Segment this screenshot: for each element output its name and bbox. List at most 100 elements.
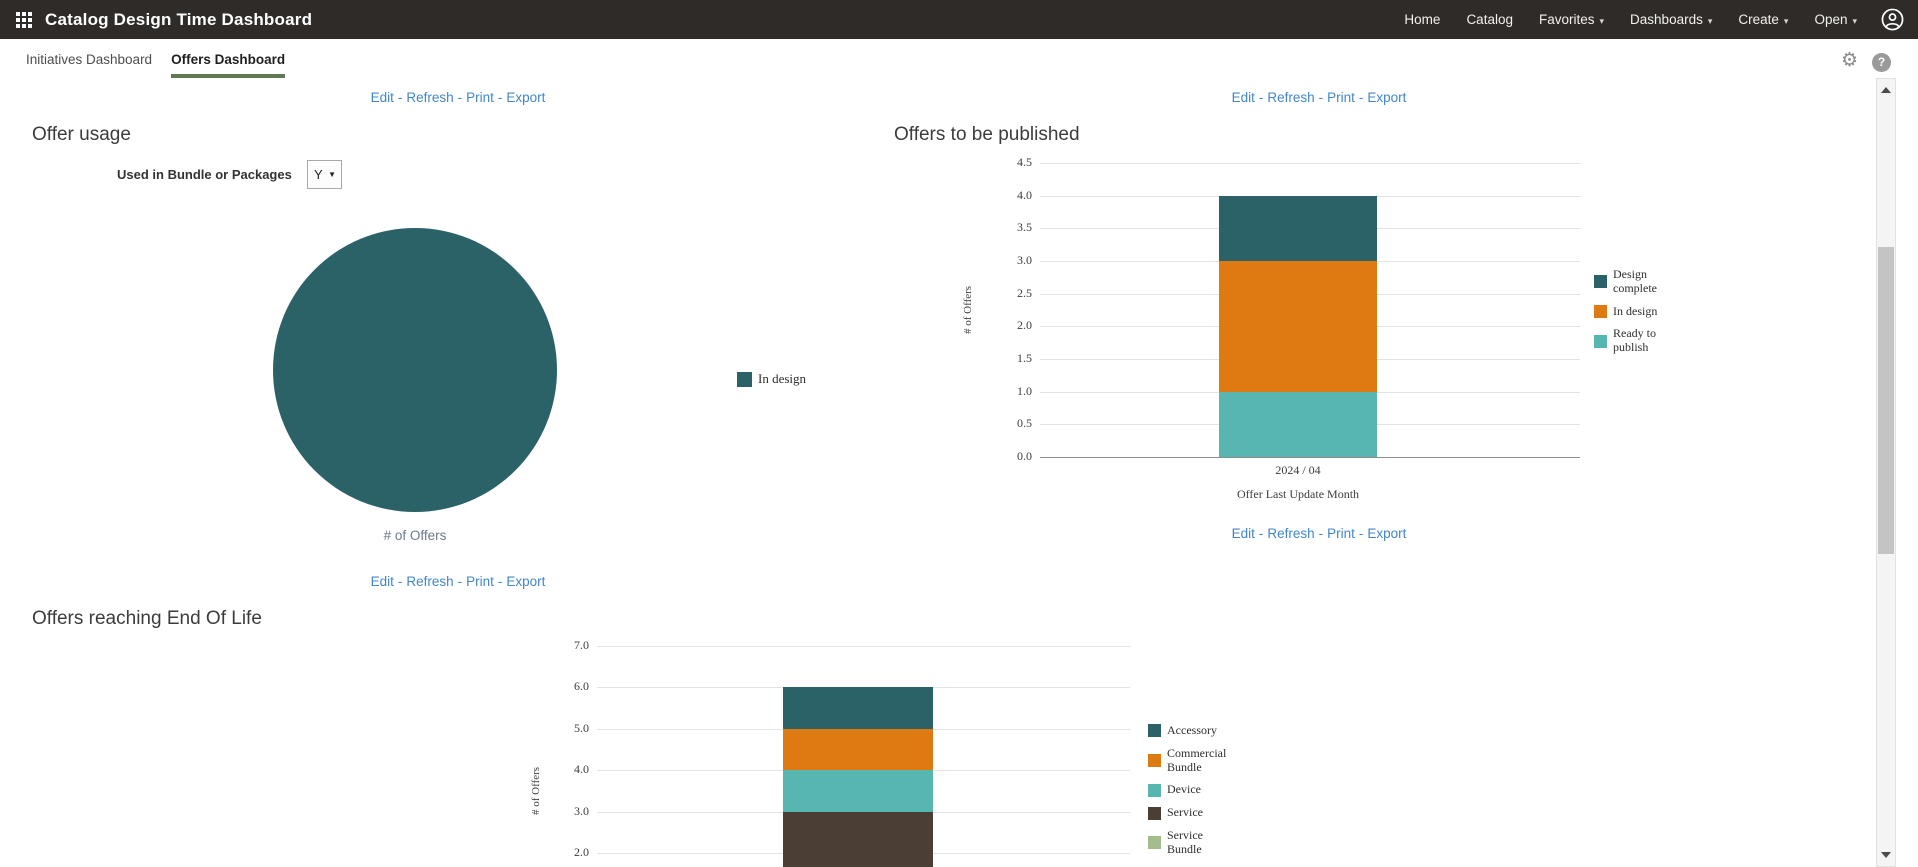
bundle-filter-label: Used in Bundle or Packages — [117, 167, 292, 182]
chevron-down-icon: ▾ — [1852, 16, 1857, 26]
dashboard-tabs: Initiatives Dashboard Offers Dashboard — [26, 39, 286, 80]
bundle-filter-value: Y — [314, 167, 323, 182]
legend-swatch-commercial-bundle — [1148, 754, 1161, 768]
x-axis-title: Offer Last Update Month — [1236, 487, 1360, 501]
settings-gear-icon[interactable]: ⚙ — [1841, 49, 1858, 71]
link-separator: - — [1318, 90, 1324, 105]
edit-link[interactable]: Edit — [371, 574, 394, 589]
action-links-offer-usage-top: Edit - Refresh - Print - Export — [368, 90, 548, 105]
legend-label-device: Device — [1167, 782, 1201, 797]
link-separator: - — [1358, 90, 1364, 105]
gridline-0.0 — [1040, 456, 1580, 458]
y-tick-label-2.0: 2.0 — [1017, 318, 1032, 333]
legend-label-in-design: In design — [758, 371, 807, 386]
action-links-published-bottom: Edit - Refresh - Print - Export — [1229, 526, 1409, 541]
refresh-link[interactable]: Refresh — [406, 90, 453, 105]
legend-swatch-device — [1148, 783, 1161, 797]
print-link[interactable]: Print — [1327, 90, 1355, 105]
y-tick-label-3.0: 3.0 — [574, 803, 589, 818]
export-link[interactable]: Export — [506, 90, 545, 105]
legend-item-service: Service — [1148, 805, 1231, 820]
bar-segment-device[interactable] — [783, 770, 933, 812]
nav-item-create[interactable]: Create ▾ — [1738, 12, 1788, 27]
y-tick-label-1.5: 1.5 — [1017, 350, 1032, 365]
scroll-up-arrow-icon[interactable] — [1881, 87, 1891, 93]
print-link[interactable]: Print — [1327, 526, 1355, 541]
chart-legend: Design complete In design Ready to publish — [1594, 267, 1677, 355]
bar-segment-commercial-bundle[interactable] — [783, 728, 933, 771]
legend-label-design-complete: Design complete — [1613, 267, 1657, 295]
edit-link[interactable]: Edit — [1232, 90, 1255, 105]
legend-swatch-design-complete — [1594, 275, 1607, 289]
nav-item-favorites[interactable]: Favorites ▾ — [1539, 12, 1604, 27]
nav-item-home[interactable]: Home — [1404, 12, 1440, 27]
vertical-scrollbar[interactable] — [1876, 78, 1896, 867]
y-tick-label-7.0: 7.0 — [574, 638, 589, 652]
bar-segment-in-design[interactable] — [1219, 260, 1377, 392]
link-separator: - — [397, 574, 403, 589]
refresh-link[interactable]: Refresh — [1267, 90, 1314, 105]
link-separator: - — [497, 90, 503, 105]
legend-label-service-bundle: Service Bundle — [1167, 827, 1203, 856]
section-title-offer-usage: Offer usage — [32, 124, 131, 145]
legend-swatch-service-bundle — [1148, 836, 1161, 850]
edit-link[interactable]: Edit — [371, 90, 394, 105]
y-axis-title: # of Offers — [962, 285, 974, 335]
link-separator: - — [457, 574, 463, 589]
y-tick-label-3.5: 3.5 — [1017, 220, 1032, 235]
app-header: Catalog Design Time Dashboard Home Catalo… — [0, 0, 1918, 39]
scrollbar-thumb[interactable] — [1878, 247, 1894, 554]
refresh-link[interactable]: Refresh — [406, 574, 453, 589]
export-link[interactable]: Export — [1367, 90, 1406, 105]
link-separator: - — [1258, 526, 1264, 541]
app-window: Catalog Design Time Dashboard Home Catalo… — [0, 0, 1918, 867]
scroll-down-arrow-icon[interactable] — [1881, 852, 1891, 858]
chevron-down-icon: ▾ — [1599, 16, 1605, 26]
export-link[interactable]: Export — [506, 574, 545, 589]
y-tick-label-0.5: 0.5 — [1017, 416, 1032, 431]
section-title-offers-to-be-published: Offers to be published — [894, 124, 1080, 145]
offer-usage-pie-slice-in-design[interactable] — [273, 228, 557, 512]
action-links-offer-usage-bottom: Edit - Refresh - Print - Export — [368, 574, 548, 589]
nav-item-catalog[interactable]: Catalog — [1466, 12, 1513, 27]
link-separator: - — [1318, 526, 1324, 541]
bar-segment-ready-to-publish[interactable] — [1219, 391, 1377, 457]
top-nav: Home Catalog Favorites ▾ Dashboards ▾ Create ▾ O… — [1404, 12, 1857, 27]
legend-label-service: Service — [1167, 805, 1203, 820]
bundle-filter-dropdown[interactable]: Y ▼ — [307, 160, 342, 189]
app-grid-icon[interactable] — [16, 11, 32, 28]
legend-item-design-complete: Design complete — [1594, 267, 1677, 296]
print-link[interactable]: Print — [466, 574, 494, 589]
print-link[interactable]: Print — [466, 90, 494, 105]
bar-segment-service[interactable] — [783, 811, 933, 867]
y-tick-label-1.0: 1.0 — [1017, 383, 1032, 398]
pie-footer-label: # of Offers — [383, 528, 447, 543]
y-tick-label-0.0: 0.0 — [1017, 448, 1032, 463]
edit-link[interactable]: Edit — [1232, 526, 1255, 541]
legend-swatch-accessory — [1148, 724, 1161, 738]
tab-offers-dashboard[interactable]: Offers Dashboard — [171, 42, 286, 78]
bar-segment-design-complete[interactable] — [1219, 195, 1377, 261]
legend-swatch-ready-to-publish — [1594, 334, 1607, 348]
legend-item-device: Device — [1148, 783, 1231, 797]
legend-item-in-design: In design — [1594, 303, 1677, 319]
bar-segment-accessory[interactable] — [783, 687, 933, 729]
chevron-down-icon: ▾ — [1783, 16, 1789, 26]
nav-item-open[interactable]: Open ▾ — [1814, 12, 1857, 27]
y-tick-label-5.0: 5.0 — [574, 720, 589, 735]
app-title: Catalog Design Time Dashboard — [45, 9, 313, 29]
legend-swatch-in-design — [737, 371, 752, 387]
help-icon[interactable]: ? — [1872, 53, 1891, 72]
legend-label-in-design: In design — [1613, 303, 1658, 318]
chevron-down-icon: ▾ — [1707, 16, 1713, 26]
tab-initiatives-dashboard[interactable]: Initiatives Dashboard — [26, 42, 152, 78]
nav-item-dashboards[interactable]: Dashboards ▾ — [1630, 12, 1712, 27]
action-links-published-top: Edit - Refresh - Print - Export — [1229, 90, 1409, 105]
y-tick-label-3.0: 3.0 — [1017, 252, 1032, 267]
y-axis-title: # of Offers — [530, 766, 542, 815]
refresh-link[interactable]: Refresh — [1267, 526, 1314, 541]
export-link[interactable]: Export — [1367, 526, 1406, 541]
link-separator: - — [1258, 90, 1264, 105]
user-avatar-icon[interactable] — [1881, 8, 1904, 31]
legend-item-commercial-bundle: Commercial Bundle — [1148, 746, 1231, 775]
